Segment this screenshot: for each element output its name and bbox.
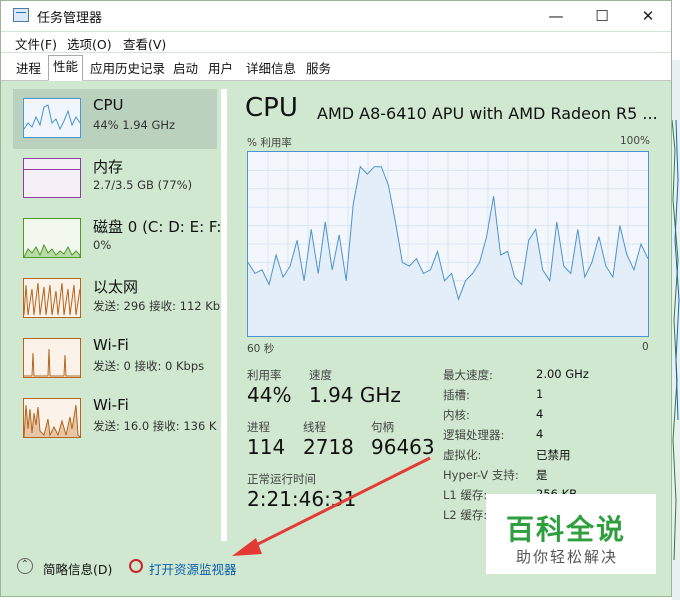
- annotation-arrow-head: [232, 538, 262, 556]
- annotation-arrow-line: [249, 456, 431, 550]
- watermark-subtitle: 助你轻松解决: [516, 548, 619, 566]
- watermark-title: 百科全说: [506, 513, 627, 546]
- watermark: 百科全说 助你轻松解决: [486, 494, 656, 574]
